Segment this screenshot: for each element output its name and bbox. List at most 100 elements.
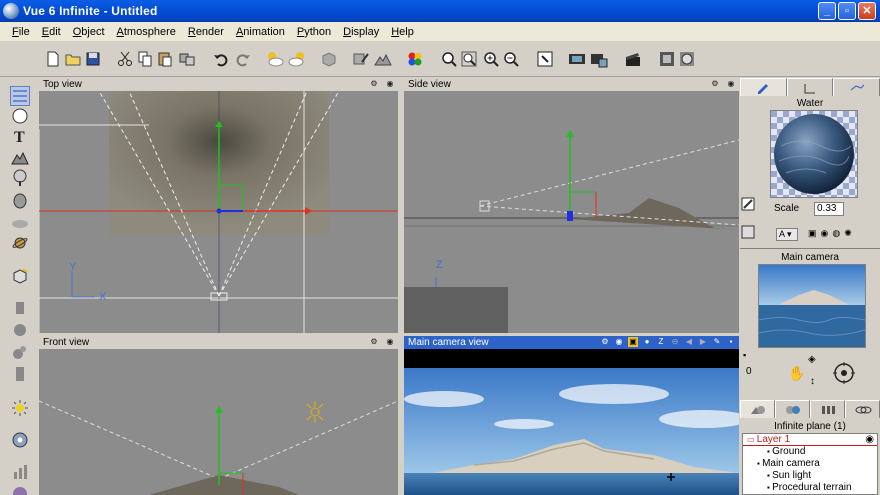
camera-icon[interactable] [10, 430, 30, 450]
cylinder-icon[interactable] [10, 298, 30, 318]
render-icon[interactable] [568, 50, 586, 68]
cut-icon[interactable] [116, 50, 134, 68]
torus-icon[interactable] [10, 320, 30, 340]
tab-world-links[interactable] [810, 400, 845, 418]
lock-icon[interactable]: ▣ [808, 228, 817, 239]
duplicate-icon[interactable] [178, 50, 196, 68]
camera-move-icon[interactable]: ↕ [810, 376, 815, 387]
prev-camera-icon[interactable]: ◀ [684, 337, 694, 347]
minimize-button[interactable]: _ [818, 2, 836, 20]
color-icon[interactable] [406, 50, 424, 68]
zoom-in-icon[interactable] [482, 50, 500, 68]
viewport-options-icon[interactable]: ⚙ [369, 337, 379, 347]
text-icon[interactable]: T [10, 126, 30, 146]
new-icon[interactable] [44, 50, 62, 68]
tab-world-objects[interactable] [740, 400, 775, 418]
menu-help[interactable]: Help [385, 26, 420, 38]
camera-tilt-icon[interactable]: ◈ [808, 354, 816, 365]
camera-render-canvas[interactable] [404, 349, 739, 495]
animation-icon[interactable] [624, 50, 642, 68]
side-viewport-canvas[interactable]: Z [404, 91, 739, 333]
zoom-icon[interactable] [440, 50, 458, 68]
scale-input[interactable]: 0.33 [814, 202, 844, 216]
zoom-out-small-icon[interactable]: ⊖ [670, 337, 680, 347]
tab-world-materials[interactable] [775, 400, 810, 418]
viewport-maximize-icon[interactable]: ◉ [726, 79, 736, 89]
tab-terrain[interactable] [786, 78, 834, 96]
camera-preview[interactable] [758, 264, 866, 348]
terrain-editor-icon[interactable] [374, 50, 392, 68]
tab-world-chains[interactable] [845, 400, 880, 418]
frame-icon[interactable] [536, 50, 554, 68]
close-button[interactable]: ✕ [858, 2, 876, 20]
pan-icon[interactable]: ✋ [788, 365, 805, 382]
side-viewport[interactable]: Side view ⚙ ◉ Z [404, 78, 739, 333]
mapping-select[interactable]: A ▾ [776, 228, 798, 241]
redo-icon[interactable] [234, 50, 252, 68]
atmosphere-editor-icon[interactable] [266, 50, 284, 68]
flat-preview-icon[interactable]: ◍ [832, 228, 840, 239]
main-camera-viewport[interactable]: Main camera view ⚙ ◉ ▣ ● Z ⊖ ◀ ▶ ✎ ▪ [404, 336, 739, 495]
plant-icon[interactable] [10, 168, 30, 188]
load-atmosphere-icon[interactable] [288, 50, 306, 68]
top-viewport[interactable]: Top view ⚙ ◉ Y X [39, 78, 398, 333]
eye-icon[interactable]: ◉ [865, 434, 874, 446]
camera-orbit-icon[interactable] [832, 361, 856, 385]
copy-icon[interactable] [136, 50, 154, 68]
rock-icon[interactable] [10, 190, 30, 210]
front-viewport-canvas[interactable] [39, 349, 398, 495]
material-browse-icon[interactable] [740, 196, 756, 212]
tab-material[interactable] [740, 78, 787, 96]
viewport-options-icon[interactable]: ⚙ [369, 79, 379, 89]
camera-save-icon[interactable]: ▪ [743, 350, 757, 362]
menu-atmosphere[interactable]: Atmosphere [111, 26, 182, 38]
material-edit-icon[interactable] [740, 224, 756, 240]
menu-file[interactable]: File [6, 26, 36, 38]
zoom-fit-icon[interactable] [460, 50, 478, 68]
menu-edit[interactable]: Edit [36, 26, 67, 38]
sphere-icon[interactable] [10, 106, 30, 126]
camera-view-icon[interactable]: ◉ [614, 337, 624, 347]
material-preview[interactable] [770, 110, 858, 198]
light-toggle-icon[interactable]: ● [642, 337, 652, 347]
select-icon[interactable] [10, 86, 30, 106]
save-icon[interactable] [84, 50, 102, 68]
alpha-plane-icon[interactable] [10, 364, 30, 384]
undo-icon[interactable] [212, 50, 230, 68]
viewport-maximize-icon[interactable]: ◉ [385, 337, 395, 347]
planet-icon[interactable] [10, 233, 30, 253]
layer-list[interactable]: ▭ Layer 1 ◉ ▪ Ground ▪ Main camera ▪ Sun lig… [742, 433, 878, 495]
open-icon[interactable] [64, 50, 82, 68]
maximize-button[interactable]: ▫ [838, 2, 856, 20]
viewport-options-icon[interactable]: ⚙ [600, 337, 610, 347]
zoom-out-icon[interactable] [502, 50, 520, 68]
menu-animation[interactable]: Animation [230, 26, 291, 38]
front-viewport[interactable]: Front view ⚙ ◉ [39, 336, 398, 495]
terrain-icon[interactable] [10, 148, 30, 168]
pen-icon[interactable]: ✎ [712, 337, 722, 347]
object-icon[interactable] [320, 50, 338, 68]
light-icon[interactable] [10, 398, 30, 418]
viewport-maximize-icon[interactable]: ◉ [385, 79, 395, 89]
metablob-icon[interactable] [10, 484, 30, 495]
layer-list-item[interactable]: ▪ Sun light [743, 470, 877, 482]
display-options-icon[interactable] [678, 50, 696, 68]
material-editor-icon[interactable] [352, 50, 370, 68]
cloud-icon[interactable] [10, 212, 30, 232]
layer-list-item[interactable]: ▪ Main camera [743, 458, 877, 470]
paste-icon[interactable] [156, 50, 174, 68]
wireframe-icon[interactable] [658, 50, 676, 68]
cone-icon[interactable] [10, 342, 30, 362]
render-preview-icon[interactable]: ▣ [628, 337, 638, 347]
sun-icon[interactable]: ✺ [844, 228, 852, 239]
top-viewport-canvas[interactable]: Y X [39, 91, 398, 333]
layer-list-item[interactable]: ▪ Ground [743, 446, 877, 458]
tab-objects[interactable] [833, 78, 880, 96]
menu-object[interactable]: Object [67, 26, 111, 38]
menu-display[interactable]: Display [337, 26, 385, 38]
save-render-icon[interactable]: ▪ [726, 337, 736, 347]
zoom-label[interactable]: Z [656, 337, 666, 347]
layer-list-item[interactable]: ▭ Layer 1 ◉ [743, 434, 877, 446]
menu-render[interactable]: Render [182, 26, 230, 38]
load-object-icon[interactable] [10, 266, 30, 286]
